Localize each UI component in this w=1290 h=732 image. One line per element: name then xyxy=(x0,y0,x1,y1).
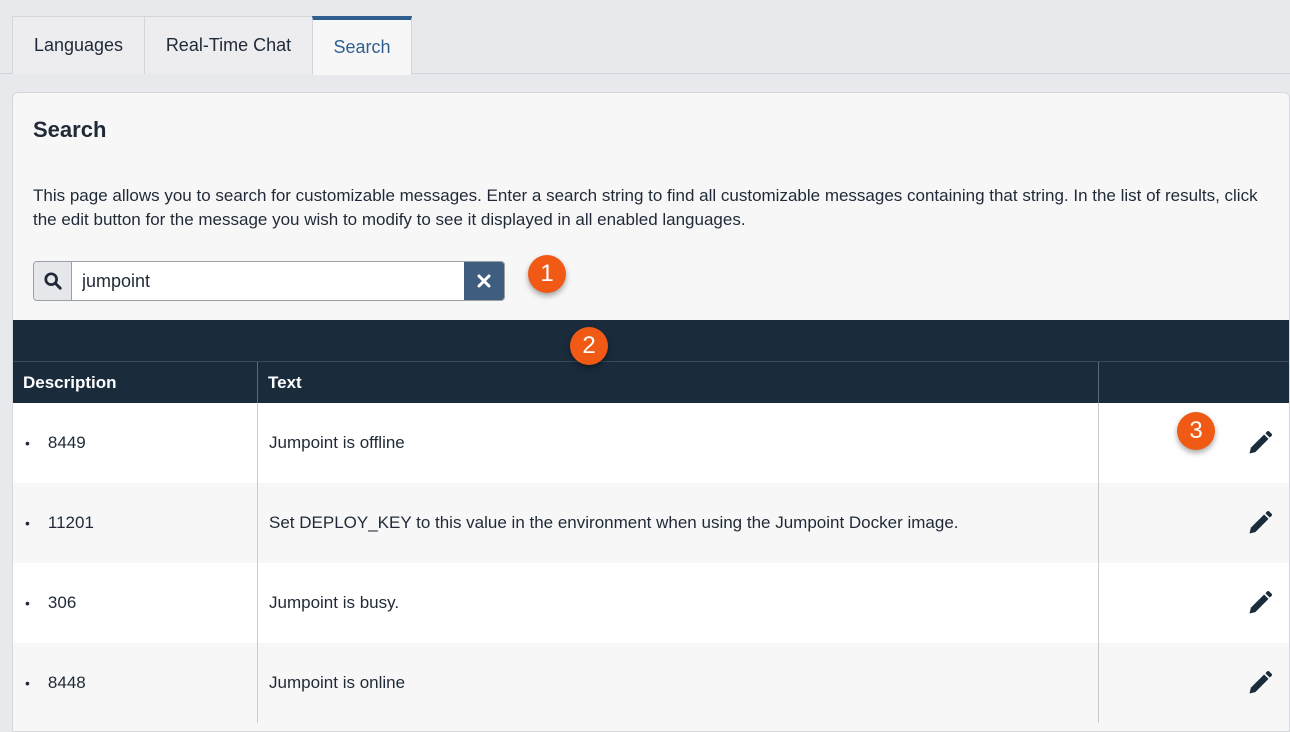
pencil-icon xyxy=(1249,590,1273,614)
table-row: • 306 Jumpoint is busy. xyxy=(13,563,1289,643)
edit-button[interactable] xyxy=(1243,506,1277,540)
bullet: • xyxy=(25,515,30,531)
callout-badge-1: 1 xyxy=(528,255,566,293)
page-title: Search xyxy=(33,117,107,142)
edit-button[interactable] xyxy=(1243,666,1277,700)
message-text: Jumpoint is offline xyxy=(258,403,1099,483)
search-box xyxy=(33,261,505,301)
column-header-description[interactable]: Description xyxy=(13,362,258,403)
bullet: • xyxy=(25,675,30,691)
pencil-icon xyxy=(1249,670,1273,694)
clear-search-button[interactable] xyxy=(464,262,504,300)
table-row: • 11201 Set DEPLOY_KEY to this value in t… xyxy=(13,483,1289,563)
table-header: Description Text xyxy=(13,361,1289,403)
search-input[interactable] xyxy=(72,262,464,300)
bullet: • xyxy=(25,595,30,611)
table-row: • 8448 Jumpoint is online xyxy=(13,643,1289,723)
results-table: Description Text • 8449 Jumpoint is offli… xyxy=(13,320,1289,723)
callout-badge-2: 2 xyxy=(570,327,608,365)
table-toolbar xyxy=(13,320,1289,361)
close-icon xyxy=(477,274,491,288)
pencil-icon xyxy=(1249,430,1273,454)
message-text: Set DEPLOY_KEY to this value in the envi… xyxy=(258,483,1099,563)
table-row: • 8449 Jumpoint is offline xyxy=(13,403,1289,483)
edit-button[interactable] xyxy=(1243,426,1277,460)
bullet: • xyxy=(25,435,30,451)
tab-label: Search xyxy=(333,37,391,57)
tab-label: Languages xyxy=(33,35,124,55)
callout-badge-3: 3 xyxy=(1177,412,1215,450)
page-description: This page allows you to search for custo… xyxy=(33,186,1258,229)
message-id: 8448 xyxy=(47,673,86,692)
message-id: 306 xyxy=(47,593,77,612)
search-icon xyxy=(34,262,72,300)
column-header-actions xyxy=(1099,362,1289,403)
tab-real-time-chat[interactable]: Real-Time Chat xyxy=(144,16,313,74)
tab-languages[interactable]: Languages xyxy=(12,16,145,74)
column-header-text[interactable]: Text xyxy=(258,362,1099,403)
message-id: 8449 xyxy=(47,433,86,452)
tab-bar: Languages Real-Time Chat Search xyxy=(0,0,1290,75)
search-panel: Search This page allows you to search fo… xyxy=(12,92,1290,732)
edit-button[interactable] xyxy=(1243,586,1277,620)
message-text: Jumpoint is online xyxy=(258,643,1099,723)
tab-label: Real-Time Chat xyxy=(165,35,292,55)
tab-search[interactable]: Search xyxy=(312,16,412,75)
message-text: Jumpoint is busy. xyxy=(258,563,1099,643)
message-id: 11201 xyxy=(47,513,94,532)
pencil-icon xyxy=(1249,510,1273,534)
